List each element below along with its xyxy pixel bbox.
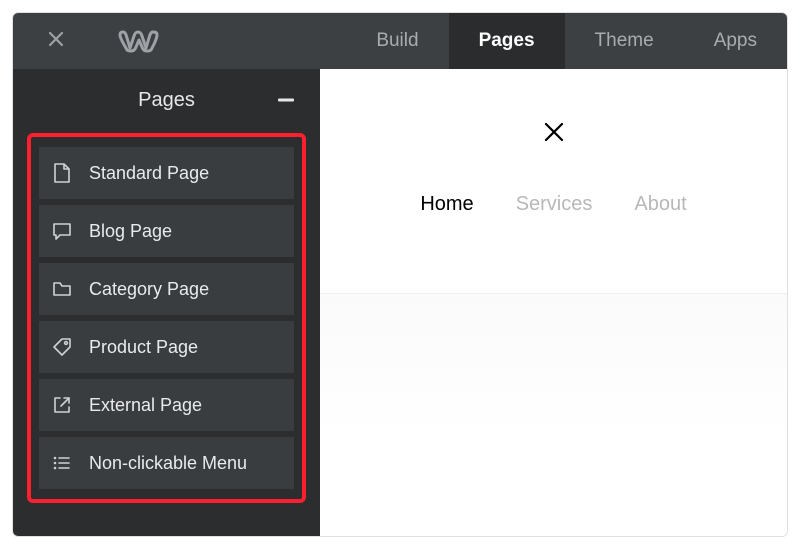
top-tabs: Build Pages Theme Apps (346, 13, 787, 69)
page-icon (51, 162, 73, 184)
page-type-label: Blog Page (89, 221, 172, 242)
tab-theme[interactable]: Theme (565, 13, 684, 69)
nav-item-services[interactable]: Services (516, 193, 593, 216)
preview-pane: Home Services About (320, 69, 787, 536)
nav-item-home[interactable]: Home (420, 193, 473, 216)
comment-icon (51, 220, 73, 242)
tab-apps[interactable]: Apps (684, 13, 787, 69)
preview-nav: Home Services About (420, 193, 686, 216)
page-type-label: Standard Page (89, 163, 209, 184)
topbar: Build Pages Theme Apps (13, 13, 787, 69)
page-type-standard[interactable]: Standard Page (39, 147, 294, 199)
page-types-list: Standard Page Blog Page Category Page (27, 133, 306, 503)
page-type-label: Non-clickable Menu (89, 453, 247, 474)
page-type-external[interactable]: External Page (39, 379, 294, 431)
page-type-nonclickable-menu[interactable]: Non-clickable Menu (39, 437, 294, 489)
page-type-label: Product Page (89, 337, 198, 358)
tag-icon (51, 336, 73, 358)
preview-body (320, 294, 787, 536)
page-type-label: Category Page (89, 279, 209, 300)
close-icon[interactable] (48, 30, 64, 53)
external-icon (51, 394, 73, 416)
page-type-label: External Page (89, 395, 202, 416)
folder-icon (51, 278, 73, 300)
page-type-category[interactable]: Category Page (39, 263, 294, 315)
menu-icon (51, 452, 73, 474)
weebly-logo-icon[interactable] (99, 28, 179, 54)
collapse-icon[interactable] (278, 99, 294, 102)
page-type-blog[interactable]: Blog Page (39, 205, 294, 257)
sidebar: Pages Standard Page Blog Page (13, 69, 320, 536)
page-type-product[interactable]: Product Page (39, 321, 294, 373)
nav-item-about[interactable]: About (634, 193, 686, 216)
sidebar-title: Pages (138, 89, 195, 112)
tab-pages[interactable]: Pages (449, 13, 565, 69)
preview-close-icon[interactable] (543, 121, 565, 143)
sidebar-header: Pages (13, 69, 320, 131)
tab-build[interactable]: Build (346, 13, 448, 69)
